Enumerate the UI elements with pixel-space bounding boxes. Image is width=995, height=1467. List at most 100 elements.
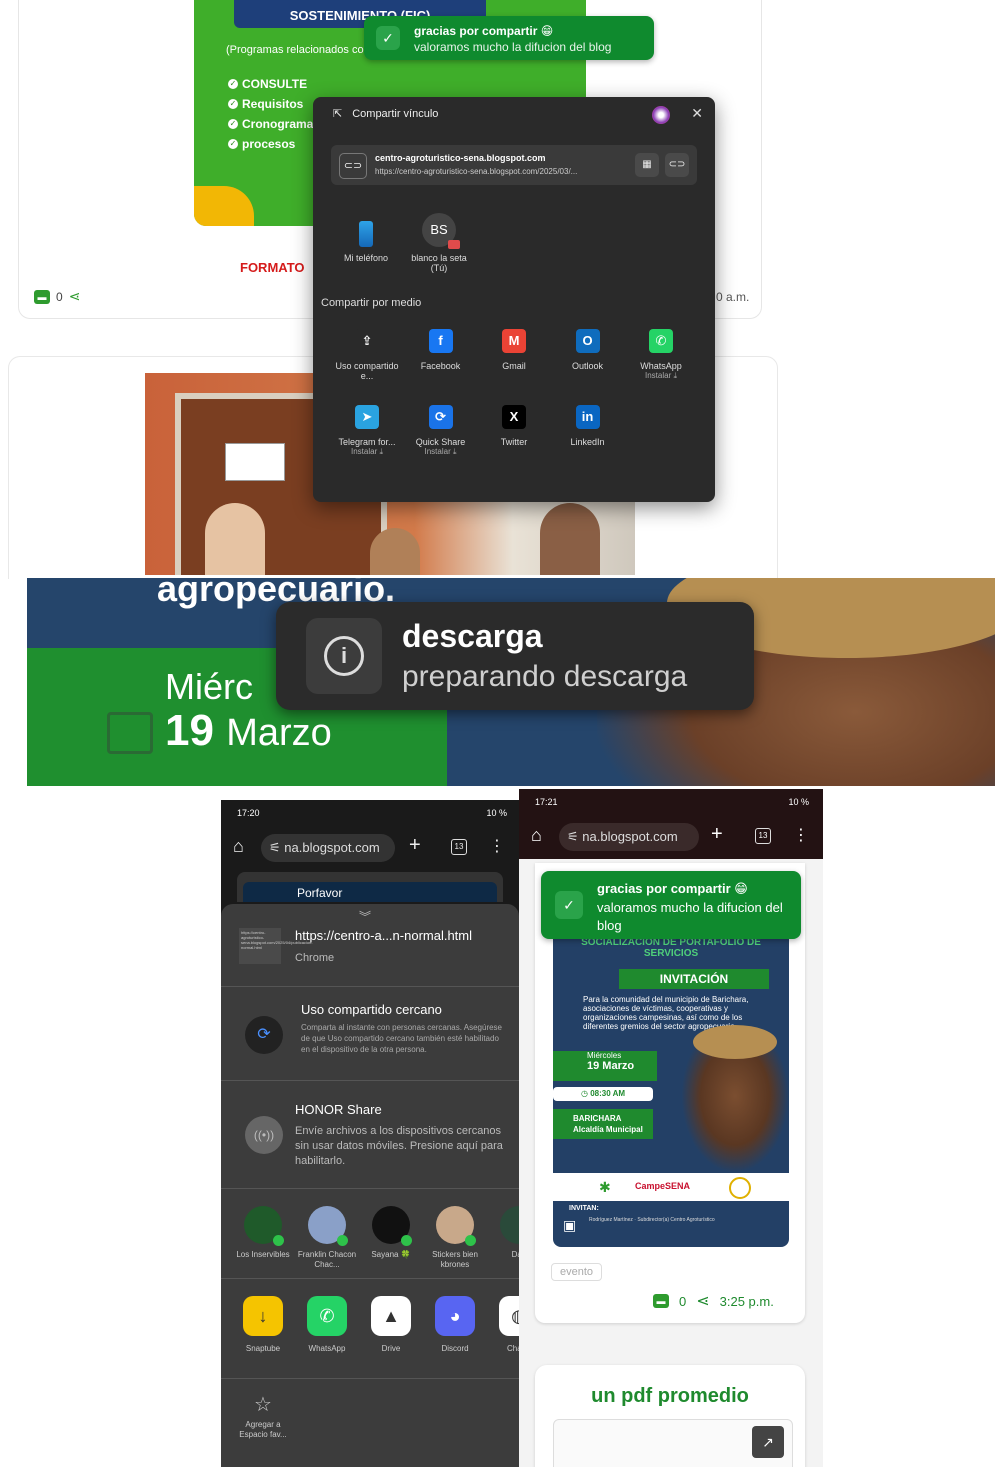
- flyer-date: Miércoles 19 Marzo: [553, 1051, 657, 1081]
- contact-name: Franklin Chacon Chac...: [297, 1250, 357, 1269]
- nearby-share-icon: ⟳: [245, 1016, 283, 1054]
- share-app-item[interactable]: ↓ Snaptube: [231, 1296, 295, 1353]
- share-app-item[interactable]: ✆ WhatsApp: [295, 1296, 359, 1353]
- contact-item[interactable]: Sayana 🍀: [359, 1206, 423, 1260]
- share-app-item[interactable]: ✆ WhatsApp Instalar ⤓: [624, 329, 698, 381]
- contact-item[interactable]: Los Inservibles: [231, 1206, 295, 1260]
- flyer-logos: ✱ CampeSENA: [553, 1173, 789, 1201]
- contact-item[interactable]: Stickers bien kbrones: [423, 1206, 487, 1270]
- status-time: 17:21: [535, 797, 558, 807]
- contact-name: Stickers bien kbrones: [432, 1250, 478, 1269]
- banner-day: Miérc: [165, 666, 253, 707]
- contact-item[interactable]: Franklin Chacon Chac...: [295, 1206, 359, 1270]
- post-image-subtitle: (Programas relacionados co: [226, 44, 364, 56]
- post-time: 3:25 p.m.: [719, 1293, 774, 1309]
- new-tab-icon[interactable]: +: [711, 823, 723, 846]
- pdf-preview[interactable]: ↗: [553, 1419, 793, 1467]
- star-icon: ☆: [254, 1394, 272, 1416]
- more-icon[interactable]: ⋮: [793, 825, 809, 845]
- whatsapp-badge-icon: [465, 1235, 476, 1246]
- qr-code-button[interactable]: ▦: [635, 153, 659, 177]
- contact-name: Dan: [511, 1250, 519, 1259]
- image-icon[interactable]: ▣: [563, 1217, 576, 1234]
- address-bar[interactable]: ⚟ na.blogspot.com: [559, 823, 699, 851]
- sena-logo-icon: ✱: [599, 1179, 611, 1195]
- app-label: Drive: [381, 1344, 401, 1353]
- tab-count[interactable]: 13: [451, 839, 467, 855]
- list-item: ✓ procesos: [228, 137, 296, 151]
- flyer-hat: [693, 1025, 777, 1059]
- dialog-title: Compartir vínculo: [352, 107, 439, 120]
- contact-item[interactable]: Dan: [487, 1206, 519, 1260]
- add-favorite-button[interactable]: ☆ Agregar a Espacio fav...: [231, 1394, 295, 1440]
- flyer-invitan: INVITAN:: [569, 1205, 599, 1212]
- share-app-item[interactable]: ◕ Discord: [423, 1296, 487, 1353]
- flyer-invitan-names: Rodríguez Martínez · Subdirector(a) Cent…: [589, 1217, 715, 1223]
- next-post-card: un pdf promedio ↗: [535, 1365, 805, 1467]
- whatsapp-badge-icon: [273, 1235, 284, 1246]
- divider: [221, 1080, 519, 1081]
- share-app-item[interactable]: ◍ Chat A: [487, 1296, 519, 1353]
- app-label: WhatsApp: [640, 361, 682, 371]
- app-label: Twitter: [500, 437, 528, 447]
- share-icon: ⇱: [333, 108, 343, 120]
- download-toast: i descarga preparando descarga: [276, 602, 754, 710]
- device-contact[interactable]: BS blanco la seta (Tú): [404, 213, 474, 273]
- honor-share-icon: ((•)): [245, 1116, 283, 1154]
- download-subtitle: preparando descarga: [402, 660, 688, 693]
- comment-icon[interactable]: ▬: [653, 1294, 669, 1308]
- share-icon[interactable]: ⋖: [696, 1291, 709, 1311]
- honor-share-option[interactable]: ((•)) HONOR Share Envíe archivos a los d…: [221, 1082, 519, 1188]
- page-thumbnail: https://centro-agroturistico-sena.blogsp…: [239, 928, 313, 964]
- divider: [221, 986, 519, 987]
- check-icon: ✓: [228, 139, 238, 149]
- divider: [221, 1188, 519, 1189]
- tab-count[interactable]: 13: [755, 828, 771, 844]
- open-external-icon[interactable]: ↗: [752, 1426, 784, 1458]
- tag-evento[interactable]: evento: [551, 1263, 603, 1281]
- more-icon[interactable]: ⋮: [489, 836, 505, 856]
- comment-icon[interactable]: ▬: [34, 289, 50, 304]
- app-icon: ▲: [371, 1296, 411, 1336]
- share-app-item[interactable]: ⟳ Quick Share Instalar ⤓: [404, 405, 478, 457]
- share-app-item[interactable]: ▲ Drive: [359, 1296, 423, 1353]
- new-tab-icon[interactable]: +: [409, 834, 421, 857]
- toast-title: gracias por compartir 😁: [597, 881, 748, 896]
- share-url: https://centro-a...n-normal.html: [295, 928, 473, 943]
- photo-person: [205, 503, 265, 575]
- share-source: Chrome: [295, 952, 335, 964]
- next-post-title[interactable]: un pdf promedio: [535, 1385, 805, 1408]
- address-bar[interactable]: ⚟ na.blogspot.com: [261, 834, 395, 862]
- divider: [221, 1278, 519, 1279]
- share-app-item[interactable]: in LinkedIn: [551, 405, 625, 447]
- share-app-item[interactable]: ➤ Telegram for... Instalar ⤓: [330, 405, 404, 457]
- home-icon[interactable]: ⌂: [531, 825, 542, 846]
- toast-title: gracias por compartir 😁: [414, 24, 554, 38]
- nearby-share-option[interactable]: ⟳ Uso compartido cercano Comparta al ins…: [221, 988, 519, 1080]
- close-icon[interactable]: ✕: [691, 105, 703, 122]
- app-icon: ✆: [307, 1296, 347, 1336]
- status-bar: 17:20 10 %: [221, 800, 519, 824]
- campesena-logo: CampeSENA: [635, 1181, 691, 1191]
- share-app-item[interactable]: ⇪ Uso compartido e...: [330, 329, 404, 381]
- install-label: Instalar ⤓: [351, 447, 383, 456]
- app-icon: ⟳: [428, 405, 453, 429]
- home-icon[interactable]: ⌂: [233, 836, 244, 857]
- app-icon: ➤: [355, 405, 379, 429]
- share-icon[interactable]: ⋖: [69, 288, 81, 305]
- device-my-phone[interactable]: Mi teléfono: [331, 217, 401, 263]
- app-icon: ↓: [243, 1296, 283, 1336]
- status-bar: 17:21 10 %: [519, 789, 823, 813]
- install-label: Instalar ⤓: [424, 447, 457, 456]
- invitation-flyer[interactable]: SOCIALIZACIÓN DE PORTAFOLIO DE SERVICIOS…: [553, 933, 789, 1247]
- app-icon: ◍: [499, 1296, 519, 1336]
- share-app-item[interactable]: O Outlook: [551, 329, 625, 371]
- profile-avatar[interactable]: [652, 106, 670, 124]
- app-icon: O: [575, 329, 600, 353]
- copy-link-button[interactable]: ⊂⊃: [665, 153, 689, 177]
- share-app-item[interactable]: M Gmail: [477, 329, 551, 371]
- share-app-item[interactable]: X Twitter: [477, 405, 551, 447]
- link-box: ⊂⊃ centro-agroturistico-sena.blogspot.co…: [331, 145, 697, 185]
- share-app-item[interactable]: f Facebook: [404, 329, 478, 371]
- battery-level: 10 %: [486, 808, 507, 818]
